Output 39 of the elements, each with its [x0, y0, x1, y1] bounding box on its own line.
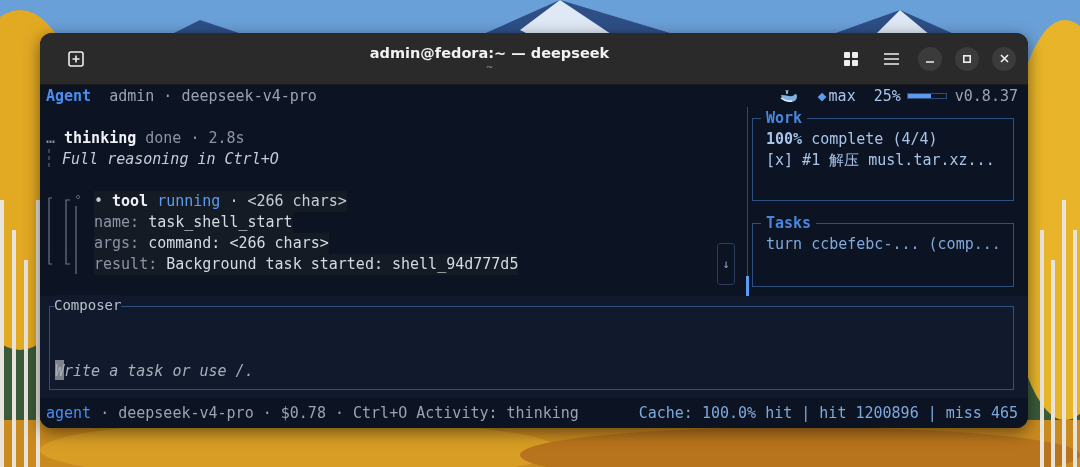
close-icon [999, 54, 1009, 63]
mode-label: Agent [46, 85, 92, 107]
minimize-icon [926, 60, 934, 63]
effort-level: max [828, 85, 856, 107]
panel-line: [x] #1 解压 musl.tar.xz... [766, 150, 996, 171]
ellipsis-mark: … [46, 128, 56, 149]
tool-status: running [157, 191, 221, 212]
panel-line: 100% complete (4/4) [766, 129, 939, 150]
session-info: admin · deepseek-v4-pro [109, 85, 317, 107]
window-title: admin@fedora:~ — deepseek [369, 44, 610, 61]
reasoning-hint: Full reasoning in Ctrl+O [62, 149, 279, 170]
field-key: result: [94, 254, 158, 275]
composer-title: Composer [54, 295, 122, 316]
cache-stats: Cache: 100.0% hit | hit 1200896 | miss 465 [638, 402, 1018, 424]
scroll-thumb[interactable] [746, 276, 749, 296]
version-label: v0.8.37 [954, 85, 1018, 107]
status-mode: agent [46, 402, 92, 424]
bullet-mark: • [94, 191, 104, 212]
close-button[interactable] [992, 46, 1016, 71]
maximize-button[interactable] [955, 46, 979, 71]
tool-meta: · <266 chars> [229, 191, 347, 212]
thinking-title: thinking [64, 128, 137, 149]
maximize-icon [963, 54, 971, 63]
tool-title: tool [112, 191, 149, 212]
context-usage: 25% [873, 85, 901, 107]
thinking-status: done · 2.8s [145, 128, 245, 149]
status-info: · deepseek-v4-pro · $0.78 · Ctrl+O Activity: thinking [100, 402, 579, 424]
minimize-button[interactable] [918, 46, 942, 71]
field-value: task_shell_start [148, 212, 293, 233]
field-key: args: [94, 233, 140, 254]
whale-icon [779, 89, 798, 103]
window-subtitle: ~ [485, 61, 494, 73]
field-key: name: [94, 212, 140, 233]
dashed-rule-icon [48, 149, 50, 170]
scroll-down-button[interactable]: ↓ [717, 243, 735, 285]
effort-glyph: ◆ [817, 85, 827, 107]
field-value: Background task started: shell_94d777d5 [166, 254, 519, 275]
panel-line: turn ccbefebc-... (comp... [766, 234, 1002, 255]
field-value: command: <266 chars> [148, 233, 329, 254]
